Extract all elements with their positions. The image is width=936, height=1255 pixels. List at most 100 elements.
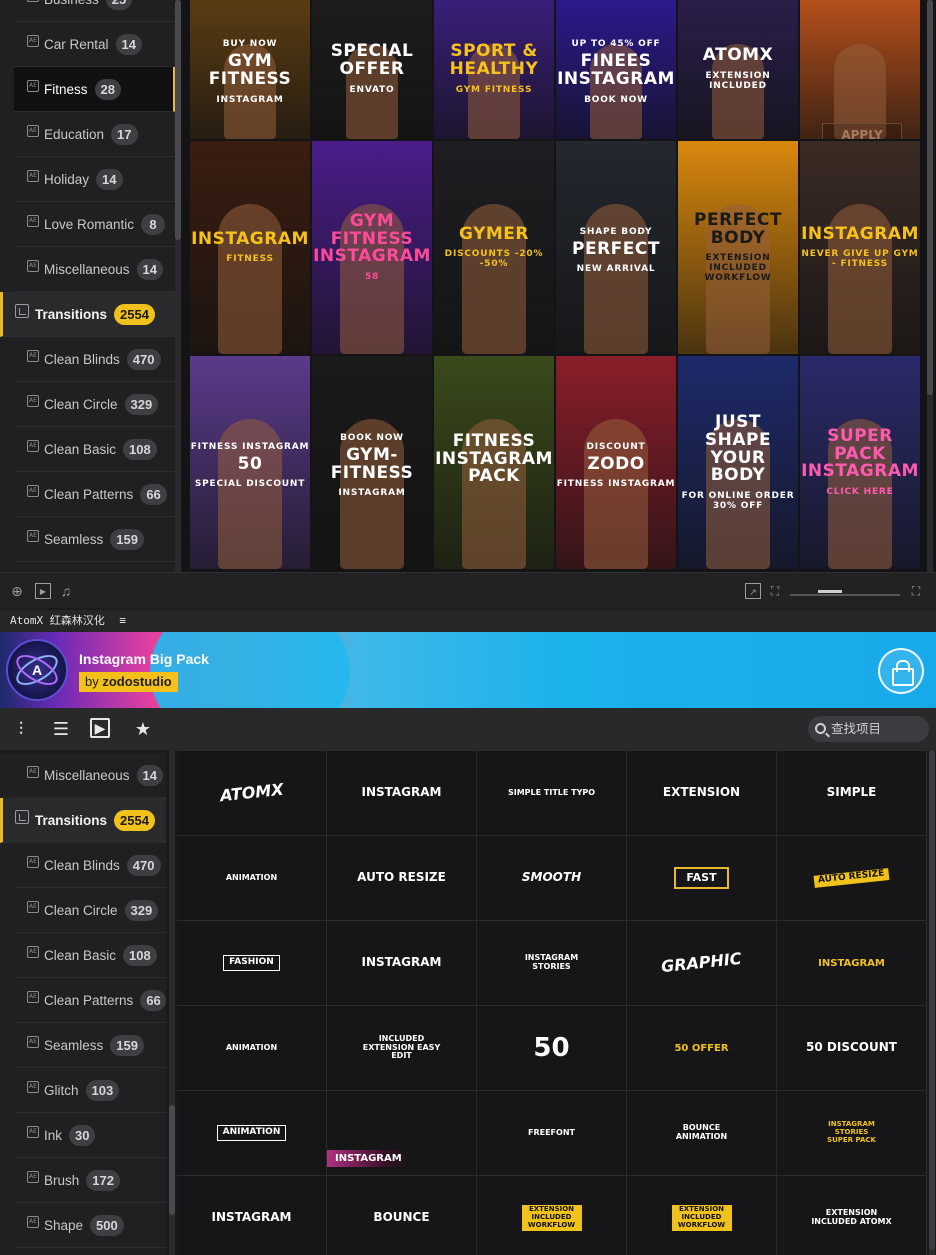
title-preset-cell[interactable]: FAST [627,836,776,920]
title-preset-cell[interactable]: BOUNCE ANIMATION [627,1091,776,1175]
title-preset-cell[interactable]: EXTENSION INCLUDED WORKFLOW [627,1176,776,1255]
bottom-grid-scrollbar[interactable] [929,750,935,1255]
sidebar-item-clean-basic[interactable]: AE Clean Basic 108 [14,933,166,978]
title-preset-cell[interactable]: ANIMATION [177,1091,326,1175]
sidebar-item-ink[interactable]: AE Ink 30 [14,1113,166,1158]
ae-file-icon: AE [27,485,39,497]
sidebar-item-business[interactable]: AE Business 25 [14,0,175,22]
title-preset-cell[interactable]: SIMPLE [777,751,926,835]
pack-author-badge[interactable]: by zodostudio [79,672,178,692]
template-thumbnail[interactable]: Super Pack INSTAGRAM CLICK HERE [800,356,920,569]
sidebar-item-transitions[interactable]: Transitions 2554 [0,292,175,337]
sidebar-item-car-rental[interactable]: AE Car Rental 14 [14,22,175,67]
menu-icon[interactable]: ≡ [119,614,126,627]
sidebar-item-clean-patterns[interactable]: AE Clean Patterns 66 [14,472,175,517]
title-preset-cell[interactable]: AUTO RESIZE [777,836,926,920]
template-thumbnail[interactable]: FITNESS INSTAGRAM PACK [434,356,554,569]
title-preset-cell[interactable]: GRAPHIC [627,921,776,1005]
star-icon[interactable]: ★ [132,718,154,740]
title-preset-cell[interactable]: INCLUDED EXTENSION EASY EDIT [327,1006,476,1090]
sidebar-item-miscellaneous[interactable]: AE Miscellaneous 14 [14,753,166,798]
title-preset-cell[interactable]: BOUNCE [327,1176,476,1255]
preset-label: ANIMATION [216,1125,287,1141]
equalizer-icon[interactable]: ⫶ [10,718,32,740]
template-thumbnail[interactable]: GYM FITNESS INSTAGRAM 58 [312,141,432,354]
expand-icon[interactable]: ↗ [745,583,761,599]
zoom-slider-track[interactable] [790,594,900,596]
template-thumbnail[interactable]: BUY NOW GYM FITNESS INSTAGRAM [190,0,310,139]
title-preset-cell[interactable]: INSTAGRAM STORIES SUPER PACK [777,1091,926,1175]
shopping-bag-icon[interactable] [878,648,924,694]
title-preset-cell[interactable]: SIMPLE TITLE TYPO [477,751,626,835]
template-thumbnail[interactable]: SPECIAL OFFER envato [312,0,432,139]
sidebar-item-glitch[interactable]: AE Glitch 103 [14,1068,166,1113]
template-thumbnail[interactable]: INSTAGRAM NEVER GIVE UP GYM - FITNESS [800,141,920,354]
template-thumbnail[interactable]: APPLY [800,0,920,139]
music-icon[interactable]: ♫ [58,583,74,599]
title-preset-cell[interactable]: 50 OFFER [627,1006,776,1090]
title-preset-cell[interactable]: FASHION [177,921,326,1005]
template-thumbnail[interactable]: UP TO 45% OFF FINEES INSTAGRAM BOOK NOW [556,0,676,139]
title-preset-cell[interactable]: FREEFONT [477,1091,626,1175]
sidebar-item-clean-patterns[interactable]: AE Clean Patterns 66 [14,978,166,1023]
template-thumbnail[interactable]: Just shape your body FOR ONLINE ORDER 30%… [678,356,798,569]
top-sidebar-scrollbar[interactable] [175,0,181,572]
title-preset-cell[interactable]: AUTO RESIZE [327,836,476,920]
template-thumbnail[interactable]: BOOK NOW GYM-FITNESS INSTAGRAM [312,356,432,569]
template-thumbnail[interactable]: ATOMX EXTENSION INCLUDED [678,0,798,139]
sidebar-item-education[interactable]: AE Education 17 [14,112,175,157]
template-thumbnail[interactable]: shape body perfect NEW ARRIVAL [556,141,676,354]
title-preset-cell[interactable]: ANIMATION [177,836,326,920]
title-preset-cell[interactable]: INSTAGRAM STORIES [477,921,626,1005]
preset-label: FAST [674,866,729,890]
search-input[interactable]: 查找项目 [808,716,929,742]
title-preset-cell[interactable]: EXTENSION INCLUDED WORKFLOW [477,1176,626,1255]
sidebar-item-label: Transitions [35,812,108,828]
sidebar-item-clean-circle[interactable]: AE Clean Circle 329 [14,888,166,933]
template-thumbnail[interactable]: DISCOUNT ZODO FITNESS INSTAGRAM [556,356,676,569]
title-preset-cell[interactable]: EXTENSION [627,751,776,835]
template-thumbnail[interactable]: INSTAGRAM FITNESS [190,141,310,354]
sidebar-item-brush[interactable]: AE Brush 172 [14,1158,166,1203]
sidebar-item-clean-circle[interactable]: AE Clean Circle 329 [14,382,175,427]
list-icon[interactable]: ☰ [50,718,72,740]
fullscreen-icon[interactable]: ⛶ [908,583,924,599]
title-preset-cell[interactable]: EXTENSION INCLUDED ATOMX [777,1176,926,1255]
title-preset-cell[interactable]: 50 DISCOUNT [777,1006,926,1090]
template-thumbnail[interactable]: PERFECT BODY EXTENSION INCLUDED WORKFLOW [678,141,798,354]
sidebar-item-seamless[interactable]: AE Seamless 159 [14,1023,166,1068]
title-preset-cell[interactable]: 50 [477,1006,626,1090]
template-thumbnail[interactable]: Gymer DISCOUNTS -20% -50% [434,141,554,354]
title-preset-cell[interactable]: SMOOTH [477,836,626,920]
sidebar-item-transitions[interactable]: Transitions 2554 [0,798,166,843]
top-grid-scrollbar[interactable] [927,0,933,572]
title-preset-cell[interactable]: INSTAGRAM [177,1176,326,1255]
title-preset-cell[interactable]: INSTAGRAM [327,921,476,1005]
video-file-icon[interactable]: ▶ [90,718,110,738]
sidebar-item-miscellaneous[interactable]: AE Miscellaneous 14 [14,247,175,292]
ae-file-icon: AE [27,1036,39,1048]
sidebar-item-seamless[interactable]: AE Seamless 159 [14,517,175,562]
athlete-figure [218,204,282,354]
fit-icon[interactable]: ⛶ [767,583,783,599]
target-icon[interactable]: ⊕ [9,583,25,599]
apply-button[interactable]: APPLY [822,123,902,139]
pack-header: A Instagram Big Pack by zodostudio [0,632,936,708]
sidebar-item-holiday[interactable]: AE Holiday 14 [14,157,175,202]
title-preset-cell[interactable]: INSTAGRAM [327,1091,476,1175]
sidebar-item-clean-blinds[interactable]: AE Clean Blinds 470 [14,337,175,382]
sidebar-item-love-romantic[interactable]: AE Love Romantic 8 [14,202,175,247]
sidebar-item-fitness[interactable]: AE Fitness 28 [14,67,175,112]
template-thumbnail[interactable]: FITNESS INSTAGRAM 50 SPECIAL DISCOUNT [190,356,310,569]
zoom-slider-handle[interactable] [818,590,842,593]
play-icon[interactable]: ▶ [35,583,51,599]
title-preset-cell[interactable]: ATOMX [177,751,326,835]
bottom-sidebar-scrollbar[interactable] [169,750,175,1255]
title-preset-cell[interactable]: INSTAGRAM [327,751,476,835]
title-preset-cell[interactable]: ANIMATION [177,1006,326,1090]
title-preset-cell[interactable]: INSTAGRAM [777,921,926,1005]
template-thumbnail[interactable]: SPORT & HEALTHY GYM FITNESS [434,0,554,139]
sidebar-item-clean-blinds[interactable]: AE Clean Blinds 470 [14,843,166,888]
sidebar-item-clean-basic[interactable]: AE Clean Basic 108 [14,427,175,472]
sidebar-item-shape[interactable]: AE Shape 500 [14,1203,166,1248]
